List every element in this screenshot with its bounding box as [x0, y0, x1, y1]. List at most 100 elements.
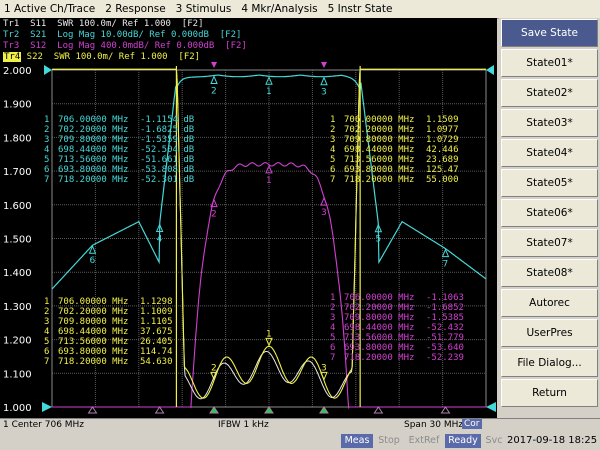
marker-table-index: 7	[44, 357, 49, 367]
userpres-button[interactable]: UserPres	[501, 319, 598, 347]
marker-table-value: -1.6825 dB	[140, 125, 194, 135]
scale-marker-right	[486, 65, 494, 75]
state06-button[interactable]: State06*	[501, 199, 598, 227]
marker-table-value: 1.1105	[140, 317, 173, 327]
marker-table-freq: 698.44000 MHz	[344, 323, 414, 333]
marker-s22-label: 3	[321, 363, 327, 373]
y-tick-label: 1.100	[3, 369, 32, 380]
y-tick-label: 1.900	[3, 100, 32, 111]
state08-button[interactable]: State08*	[501, 259, 598, 287]
ifbw-value[interactable]: IFBW 1 kHz	[218, 420, 269, 430]
marker-table-index: 3	[330, 313, 335, 323]
marker-table-value: 55.000	[426, 175, 459, 185]
y-tick-label: 2.000	[3, 66, 32, 77]
marker-table-index: 4	[330, 145, 335, 155]
marker-s21-label: 1	[266, 87, 272, 97]
marker-table-value: -52.239	[426, 353, 464, 363]
marker-table-value: 1.1509	[426, 115, 459, 125]
state01-button[interactable]: State01*	[501, 49, 598, 77]
marker-table-freq: 709.80000 MHz	[344, 313, 414, 323]
softkey-panel: Save State State01* State02* State03* St…	[499, 18, 600, 418]
marker-table-index: 7	[330, 175, 335, 185]
datetime: 2017-09-18 18:25	[507, 435, 598, 446]
marker-table-freq: 698.44000 MHz	[58, 145, 128, 155]
state02-button[interactable]: State02*	[501, 79, 598, 107]
marker-s22-label: 2	[211, 363, 217, 373]
marker-table-freq: 706.00000 MHz	[344, 293, 414, 303]
menu-bar: 1 Active Ch/Trace 2 Response 3 Stimulus …	[0, 0, 600, 19]
marker-table-freq: 709.80000 MHz	[58, 135, 128, 145]
plot-area: 2.000 1.900 1.800 1.700 1.600 1.500 1.400 1.300…	[3, 62, 496, 414]
marker-table-freq: 702.20000 MHz	[58, 125, 128, 135]
marker-table-freq: 709.80000 MHz	[344, 135, 414, 145]
menu-active-ch-trace[interactable]: 1 Active Ch/Trace	[0, 3, 101, 15]
marker-table-freq: 702.20000 MHz	[344, 303, 414, 313]
marker-s21-3	[320, 76, 328, 86]
scale-marker-left	[44, 65, 52, 75]
stimulus-marker-2	[209, 406, 219, 414]
marker-table-freq: 702.20000 MHz	[58, 307, 128, 317]
marker-table-index: 3	[44, 317, 49, 327]
marker-table-freq: 693.80000 MHz	[344, 165, 414, 175]
marker-table-index: 1	[44, 115, 49, 125]
menu-response[interactable]: 2 Response	[101, 3, 171, 15]
marker-table-index: 5	[330, 333, 335, 343]
marker-table-value: -1.1063	[426, 293, 464, 303]
marker-table-value: -1.5385	[426, 313, 464, 323]
marker-table-index: 4	[44, 145, 49, 155]
marker-table-index: 6	[330, 165, 335, 175]
marker-table-value: 1.1298	[140, 297, 173, 307]
return-button[interactable]: Return	[501, 379, 598, 407]
marker-table-index: 3	[44, 135, 49, 145]
marker-table-index: 5	[44, 155, 49, 165]
marker-table-value: 125.47	[426, 165, 459, 175]
file-dialog-button[interactable]: File Dialog...	[501, 349, 598, 377]
marker-table-value: 114.74	[140, 347, 173, 357]
marker-table-value: 42.446	[426, 145, 459, 155]
marker-table-index: 2	[44, 307, 49, 317]
status-bar: Meas Stop ExtRef Ready Svc 2017-09-18 18…	[0, 432, 600, 450]
marker-table-freq: 713.56000 MHz	[58, 155, 128, 165]
channel-info-bar: 1 Center 706 MHz IFBW 1 kHz Span 30 MHz …	[0, 418, 600, 432]
state04-button[interactable]: State04*	[501, 139, 598, 167]
marker-table-index: 6	[330, 343, 335, 353]
marker-table-index: 1	[330, 293, 335, 303]
y-tick-label: 1.700	[3, 167, 32, 178]
marker-table-freq: 713.56000 MHz	[58, 337, 128, 347]
marker-table-freq: 718.20000 MHz	[58, 357, 128, 367]
menu-mkr-analysis[interactable]: 4 Mkr/Analysis	[237, 3, 323, 15]
status-meas: Meas	[341, 434, 373, 448]
marker-table-freq: 706.00000 MHz	[344, 115, 414, 125]
autorec-button[interactable]: Autorec	[501, 289, 598, 317]
marker-s12-1	[265, 164, 273, 174]
status-ready: Ready	[445, 434, 481, 448]
marker-table-index: 4	[330, 323, 335, 333]
marker-s21-2	[210, 75, 218, 85]
marker-s21-label: 6	[90, 256, 96, 266]
marker-table-freq: 713.56000 MHz	[344, 155, 414, 165]
y-tick-label: 1.800	[3, 133, 32, 144]
marker-s21-label: 2	[211, 87, 217, 97]
save-state-button[interactable]: Save State	[501, 19, 598, 47]
top-marker-2	[320, 62, 327, 68]
menu-instr-state[interactable]: 5 Instr State	[324, 3, 399, 15]
stimulus-marker-6	[87, 406, 98, 414]
state05-button[interactable]: State05*	[501, 169, 598, 197]
ref-marker-right	[486, 402, 496, 412]
state07-button[interactable]: State07*	[501, 229, 598, 257]
marker-table-index: 3	[330, 135, 335, 145]
center-frequency[interactable]: 1 Center 706 MHz	[3, 420, 84, 430]
marker-table-index: 5	[330, 155, 335, 165]
state03-button[interactable]: State03*	[501, 109, 598, 137]
menu-stimulus[interactable]: 3 Stimulus	[172, 3, 238, 15]
marker-table-index: 4	[44, 327, 49, 337]
marker-table-freq: 702.20000 MHz	[344, 125, 414, 135]
span-value[interactable]: Span 30 MHz	[404, 420, 463, 430]
marker-table-value: -1.6852	[426, 303, 464, 313]
marker-table-index: 2	[330, 303, 335, 313]
y-tick-label: 1.500	[3, 235, 32, 246]
marker-table-value: 23.689	[426, 155, 459, 165]
marker-table-freq: 718.20000 MHz	[344, 175, 414, 185]
marker-table-freq: 693.80000 MHz	[344, 343, 414, 353]
stimulus-marker-4	[154, 406, 165, 414]
